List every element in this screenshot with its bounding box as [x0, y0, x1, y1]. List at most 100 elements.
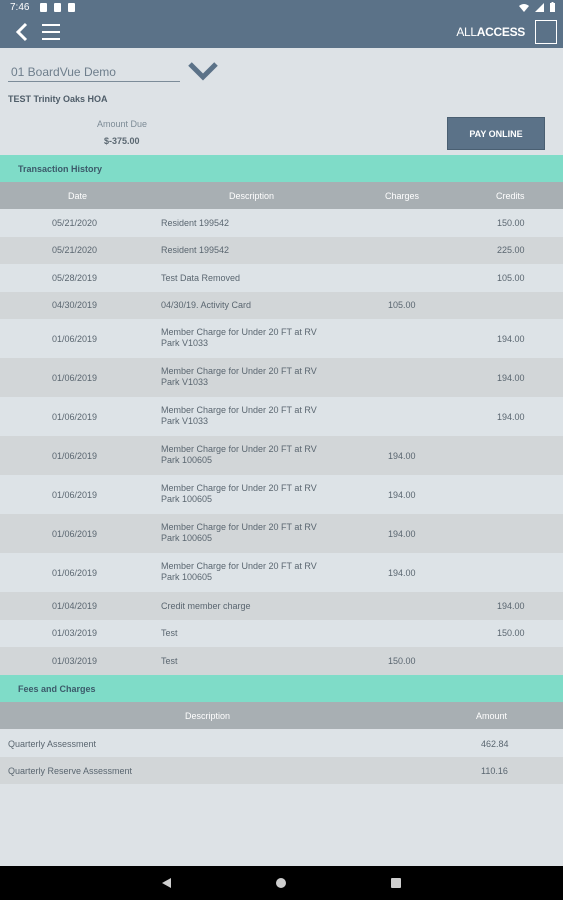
row-description-line: Member Charge for Under 20 FT at RV: [161, 366, 317, 376]
battery-icon: [550, 2, 555, 12]
fee-description: Quarterly Reserve Assessment: [8, 766, 133, 776]
sdcard-icon: [68, 3, 75, 12]
nav-back-icon[interactable]: [162, 878, 171, 888]
column-description: Description: [229, 191, 275, 201]
table-row: 01/03/2019 Test 150.00: [0, 647, 563, 675]
transaction-table-header: Date Description Charges Credits: [0, 182, 563, 209]
row-date: 01/04/2019: [52, 600, 98, 611]
row-description-line: Test: [161, 655, 178, 666]
amount-due-label: Amount Due: [97, 119, 148, 129]
row-date: 01/03/2019: [52, 628, 98, 639]
table-row: 05/21/2020 Resident 199542 225.00: [0, 236, 563, 264]
fee-amount: 110.16: [481, 766, 508, 776]
table-row: 01/04/2019 Credit member charge 194.00: [0, 592, 563, 620]
row-description-line: Test: [161, 628, 178, 639]
menu-icon[interactable]: [42, 24, 60, 40]
row-description-line: Test Data Removed: [161, 272, 241, 283]
row-description-line: Member Charge for Under 20 FT at RV: [161, 444, 317, 454]
row-description: Member Charge for Under 20 FT at RV Park …: [161, 366, 341, 388]
row-description-line: Member Charge for Under 20 FT at RV: [161, 522, 317, 532]
table-row: 04/30/2019 04/30/19. Activity Card 105.00: [0, 291, 563, 319]
row-charges: 105.00: [388, 300, 416, 311]
fee-description: Quarterly Assessment: [8, 739, 97, 749]
row-description-line: Member Charge for Under 20 FT at RV: [161, 483, 317, 493]
table-row: 01/06/2019 Member Charge for Under 20 FT …: [0, 514, 563, 553]
row-date: 01/06/2019: [52, 372, 98, 383]
table-row: 01/06/2019 Member Charge for Under 20 FT …: [0, 436, 563, 475]
row-credits: 105.00: [497, 272, 525, 283]
nav-recents-icon[interactable]: [391, 878, 401, 888]
row-description: Test: [161, 656, 341, 667]
row-date: 01/06/2019: [52, 450, 98, 461]
row-description: Test Data Removed: [161, 273, 341, 284]
table-row: 05/28/2019 Test Data Removed 105.00: [0, 264, 563, 292]
row-description: Member Charge for Under 20 FT at RV Park …: [161, 405, 341, 427]
pay-online-button[interactable]: PAY ONLINE: [447, 117, 545, 150]
row-date: 05/28/2019: [52, 272, 98, 283]
row-description-line: Park V1033: [161, 416, 209, 426]
row-description-line: Park 100605: [161, 533, 213, 543]
nav-home-icon[interactable]: [276, 878, 286, 888]
table-row: 01/06/2019 Member Charge for Under 20 FT …: [0, 553, 563, 592]
row-description: Member Charge for Under 20 FT at RV Park …: [161, 483, 341, 505]
row-charges: 194.00: [388, 528, 416, 539]
association-name: TEST Trinity Oaks HOA: [8, 94, 108, 104]
column-date: Date: [68, 191, 88, 201]
row-description-line: Park V1033: [161, 377, 209, 387]
row-description-line: Park 100605: [161, 494, 213, 504]
row-description-line: Member Charge for Under 20 FT at RV: [161, 405, 317, 415]
row-charges: 194.00: [388, 450, 416, 461]
column-fee-description: Description: [185, 711, 231, 721]
transaction-history-title: Transaction History: [18, 164, 103, 174]
column-fee-amount: Amount: [476, 711, 508, 721]
row-credits: 225.00: [497, 245, 525, 256]
row-date: 01/06/2019: [52, 528, 98, 539]
fee-row: Quarterly Reserve Assessment 110.16: [0, 757, 563, 784]
status-time: 7:46: [10, 2, 30, 13]
row-date: 01/06/2019: [52, 411, 98, 422]
app-bar: ALLACCESS: [0, 16, 563, 48]
row-description-line: Park 100605: [161, 572, 213, 582]
table-row: 01/06/2019 Member Charge for Under 20 FT …: [0, 397, 563, 436]
system-nav-bar: [0, 866, 563, 900]
row-description: Member Charge for Under 20 FT at RV Park …: [161, 327, 341, 349]
row-charges: 194.00: [388, 567, 416, 578]
row-description: Credit member charge: [161, 601, 341, 612]
row-description-line: Credit member charge: [161, 600, 251, 611]
fee-amount: 462.84: [481, 739, 509, 749]
back-arrow-icon[interactable]: [12, 20, 32, 44]
table-row: 01/06/2019 Member Charge for Under 20 FT …: [0, 358, 563, 397]
row-description-line: Park V1033: [161, 338, 209, 348]
table-row: 01/03/2019 Test 150.00: [0, 619, 563, 647]
row-description: Test: [161, 628, 341, 639]
row-description: 04/30/19. Activity Card: [161, 300, 341, 311]
row-description-line: Member Charge for Under 20 FT at RV: [161, 327, 317, 337]
row-date: 01/06/2019: [52, 333, 98, 344]
row-description: Member Charge for Under 20 FT at RV Park …: [161, 522, 341, 544]
row-description-line: Member Charge for Under 20 FT at RV: [161, 561, 317, 571]
notification-icon: [54, 3, 61, 12]
row-credits: 194.00: [497, 372, 525, 383]
row-credits: 194.00: [497, 333, 525, 344]
transaction-history-header: Transaction History: [0, 155, 563, 182]
signal-icon: [535, 2, 544, 12]
row-date: 01/03/2019: [52, 655, 98, 666]
association-select[interactable]: 01 BoardVue Demo: [8, 59, 180, 82]
row-credits: 194.00: [497, 600, 525, 611]
column-charges: Charges: [385, 191, 420, 201]
wifi-icon: [519, 3, 529, 12]
settings-icon: [40, 3, 47, 12]
row-date: 05/21/2020: [52, 217, 98, 228]
row-description-line: Resident 199542: [161, 217, 230, 228]
row-date: 04/30/2019: [52, 300, 98, 311]
association-select-value: 01 BoardVue Demo: [11, 65, 116, 79]
company-logo-icon: [535, 20, 557, 44]
chevron-down-icon[interactable]: [186, 60, 220, 82]
fee-row: Quarterly Assessment 462.84: [0, 730, 563, 757]
fees-header: Fees and Charges: [0, 675, 563, 702]
row-charges: 150.00: [388, 655, 416, 666]
row-description: Member Charge for Under 20 FT at RV Park …: [161, 561, 341, 583]
row-description: Resident 199542: [161, 245, 341, 256]
row-date: 01/06/2019: [52, 489, 98, 500]
brand-title: ALLACCESS: [456, 25, 525, 39]
